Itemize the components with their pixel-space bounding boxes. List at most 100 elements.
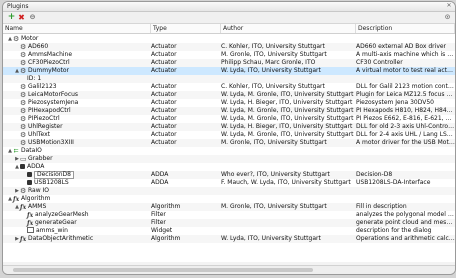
row-author: C. Kohler, ITO, University Stuttgart bbox=[221, 43, 325, 50]
tree-row[interactable]: ⚙ PIHexapodCtrl Actuator W. Lyda, M. Gronle… bbox=[3, 107, 455, 115]
row-name: CF30PiezoCtrl bbox=[28, 59, 70, 66]
row-author: W. Lyda, H. Bieger, ITO, University Stut… bbox=[221, 99, 353, 106]
row-name: generateGear bbox=[35, 219, 77, 226]
tree-row[interactable]: DecisionD8 ADDA Who ever?, ITO, University… bbox=[3, 171, 455, 179]
info-button[interactable]: ⊖ bbox=[28, 13, 37, 22]
tree-row[interactable]: ⚙ Galil2123 Actuator C. Kohler, ITO, Univer… bbox=[3, 83, 455, 91]
tree-row[interactable]: ID: 1 bbox=[3, 75, 455, 83]
tree-row[interactable]: ▲ƒx Algorithm bbox=[3, 195, 455, 203]
gear-icon: ⚙ bbox=[20, 99, 27, 107]
gear-icon: ⚙ bbox=[20, 51, 27, 59]
row-description: Decision-D8 bbox=[356, 171, 393, 178]
row-author: M. Gronle, ITO, University Stuttgart bbox=[221, 139, 327, 146]
row-name-cell: ⚙ Galil2123 bbox=[3, 83, 162, 91]
row-name-cell: ID: 1 bbox=[3, 75, 169, 83]
row-name: DecisionD8 bbox=[34, 171, 74, 179]
gear-icon: ⚙ bbox=[20, 131, 27, 139]
tree-row[interactable]: ▲ƒx AMMS Algorithm M. Gronle, ITO, Universi… bbox=[3, 203, 455, 211]
options-button[interactable]: ⊙ bbox=[443, 13, 452, 22]
row-type: Filter bbox=[151, 219, 166, 226]
row-type: Algorithm bbox=[151, 235, 181, 242]
delete-plugin-button[interactable]: ✖ bbox=[17, 13, 26, 22]
row-name-cell: ⚙ AmmsMachine bbox=[3, 51, 162, 59]
tree-row[interactable]: ⚙ USBMotion3XIII Actuator M. Gronle, ITO, U… bbox=[3, 139, 455, 147]
close-icon[interactable]: ✕ bbox=[446, 3, 452, 9]
tree-row[interactable]: USB1208LS ADDA F. Mauch, W. Lyda, ITO, Uni… bbox=[3, 179, 455, 187]
add-plugin-button[interactable]: + bbox=[7, 13, 16, 22]
row-name: Galil2123 bbox=[28, 83, 57, 90]
row-type: Actuator bbox=[151, 83, 177, 90]
gear-icon: ⚙ bbox=[20, 59, 27, 67]
row-author bbox=[221, 147, 356, 155]
tree-row[interactable]: ƒx analyzeGearMesh Filter analyzes the poly… bbox=[3, 211, 455, 219]
row-name-cell: ▲⚙ Motor bbox=[3, 35, 155, 43]
tree-row[interactable]: ⚙ LeicaMotorFocus Actuator W. Lyda, M. Gron… bbox=[3, 91, 455, 99]
plugins-window: Plugins ✕ + ✖ ⊖ ⊙ Name Type Author Descr… bbox=[2, 1, 456, 275]
row-author bbox=[221, 155, 356, 163]
row-name-cell: ⚙ LeicaMotorFocus bbox=[3, 91, 162, 99]
tree-row[interactable]: ▶▭Grabber bbox=[3, 155, 455, 163]
tree-row[interactable]: ⚙ AmmsMachine Actuator M. Gronle, ITO, Univ… bbox=[3, 51, 455, 59]
row-type bbox=[151, 163, 221, 171]
row-author: M. Gronle, ITO, University Stuttgart bbox=[221, 203, 327, 210]
tree-row[interactable]: ⚙ AD660 Actuator C. Kohler, ITO, University… bbox=[3, 43, 455, 51]
gear-icon: ⚙ bbox=[13, 35, 20, 43]
folder-icon: ▭ bbox=[20, 155, 27, 163]
row-name: PIPiezoCtrl bbox=[28, 115, 60, 122]
row-author bbox=[221, 187, 356, 195]
tree-row[interactable]: ▶ƒx DataObjectArithmetic Algorithm W. Lyda,… bbox=[3, 235, 455, 243]
row-author bbox=[221, 163, 356, 171]
tree-row[interactable]: ▲ ADDA bbox=[3, 163, 455, 171]
column-header-author[interactable]: Author bbox=[221, 24, 356, 33]
row-name-cell: ▲ƒx Algorithm bbox=[3, 195, 155, 203]
tree-row[interactable]: ⚙ PIPiezoCtrl Actuator W. Lyda, M. Gronle, … bbox=[3, 115, 455, 123]
row-author bbox=[221, 227, 356, 235]
column-header-type[interactable]: Type bbox=[151, 24, 221, 33]
column-header-name[interactable]: Name bbox=[3, 24, 151, 33]
tree-row[interactable]: ƒx generateGear Filter generate point cloud… bbox=[3, 219, 455, 227]
row-type: Actuator bbox=[151, 131, 177, 138]
plugin-icon bbox=[27, 180, 32, 185]
row-type: Actuator bbox=[151, 43, 177, 50]
row-description: Plugin for Leica MZ12.5 focus actuator bbox=[356, 91, 455, 98]
tree-row[interactable]: ⚙ UhlText Actuator W. Lyda, M. Gronle, ITO,… bbox=[3, 131, 455, 139]
title-bar: Plugins ✕ bbox=[3, 2, 455, 12]
scrollbar-thumb[interactable] bbox=[13, 268, 313, 272]
row-name: Grabber bbox=[28, 155, 53, 162]
row-description: DLL for Galil 2123 motion controller bbox=[356, 83, 455, 90]
row-author: F. Mauch, W. Lyda, ITO, University Stutt… bbox=[221, 179, 351, 186]
tree-row[interactable]: ▲⚙ DummyMotor Actuator W. Lyda, ITO, Univer… bbox=[3, 67, 455, 75]
row-type: Actuator bbox=[151, 51, 177, 58]
column-header-description[interactable]: Description bbox=[356, 24, 455, 33]
row-description bbox=[356, 35, 455, 43]
tree-row[interactable]: ▲ ⮄ DataIO bbox=[3, 147, 455, 155]
row-description: analyzes the polygonal model of the gear… bbox=[356, 211, 455, 218]
tree-row[interactable]: amms_win Widget description for the dialog bbox=[3, 227, 455, 235]
tree-row[interactable]: ▶⚙ Raw IO bbox=[3, 187, 455, 195]
tree-row[interactable]: ▲⚙ Motor bbox=[3, 35, 455, 43]
row-name-cell: ▲⚙ DummyMotor bbox=[3, 67, 162, 75]
row-author bbox=[221, 219, 356, 227]
row-author bbox=[221, 195, 356, 203]
plugin-icon bbox=[20, 164, 25, 169]
row-author: W. Lyda, M. Gronle, ITO, University Stut… bbox=[221, 131, 354, 138]
row-author: W. Lyda, H. Bieger, ITO, University Stut… bbox=[221, 123, 353, 130]
horizontal-scrollbar[interactable] bbox=[3, 265, 455, 274]
tree-row[interactable]: ⚙ PiezosystemJena Actuator W. Lyda, H. Bieg… bbox=[3, 99, 455, 107]
plugin-icon bbox=[27, 172, 32, 177]
row-description: PI Piezos E662, E-816, E-621, E-625, E66… bbox=[356, 115, 455, 122]
row-description: description for the dialog bbox=[356, 227, 432, 234]
row-description: A multi-axis machine which is able to ru… bbox=[356, 51, 455, 58]
column-header: Name Type Author Description bbox=[3, 24, 455, 34]
row-type bbox=[151, 35, 221, 43]
row-name-cell: ⚙ USBMotion3XIII bbox=[3, 139, 162, 147]
tree-row[interactable]: ⚙ CF30PiezoCtrl Actuator Philipp Schau, Mar… bbox=[3, 59, 455, 67]
row-name: USBMotion3XIII bbox=[28, 139, 74, 146]
row-description: AD660 external AD Box driver bbox=[356, 43, 447, 50]
gear-icon: ⚙ bbox=[20, 83, 27, 91]
row-name-cell: USB1208LS bbox=[3, 179, 169, 187]
row-name-cell: amms_win bbox=[3, 227, 169, 235]
tree-row[interactable]: ⚙ UhlRegister Actuator W. Lyda, H. Bieger, … bbox=[3, 123, 455, 131]
gear-icon: ⚙ bbox=[20, 187, 27, 195]
row-type: Actuator bbox=[151, 91, 177, 98]
